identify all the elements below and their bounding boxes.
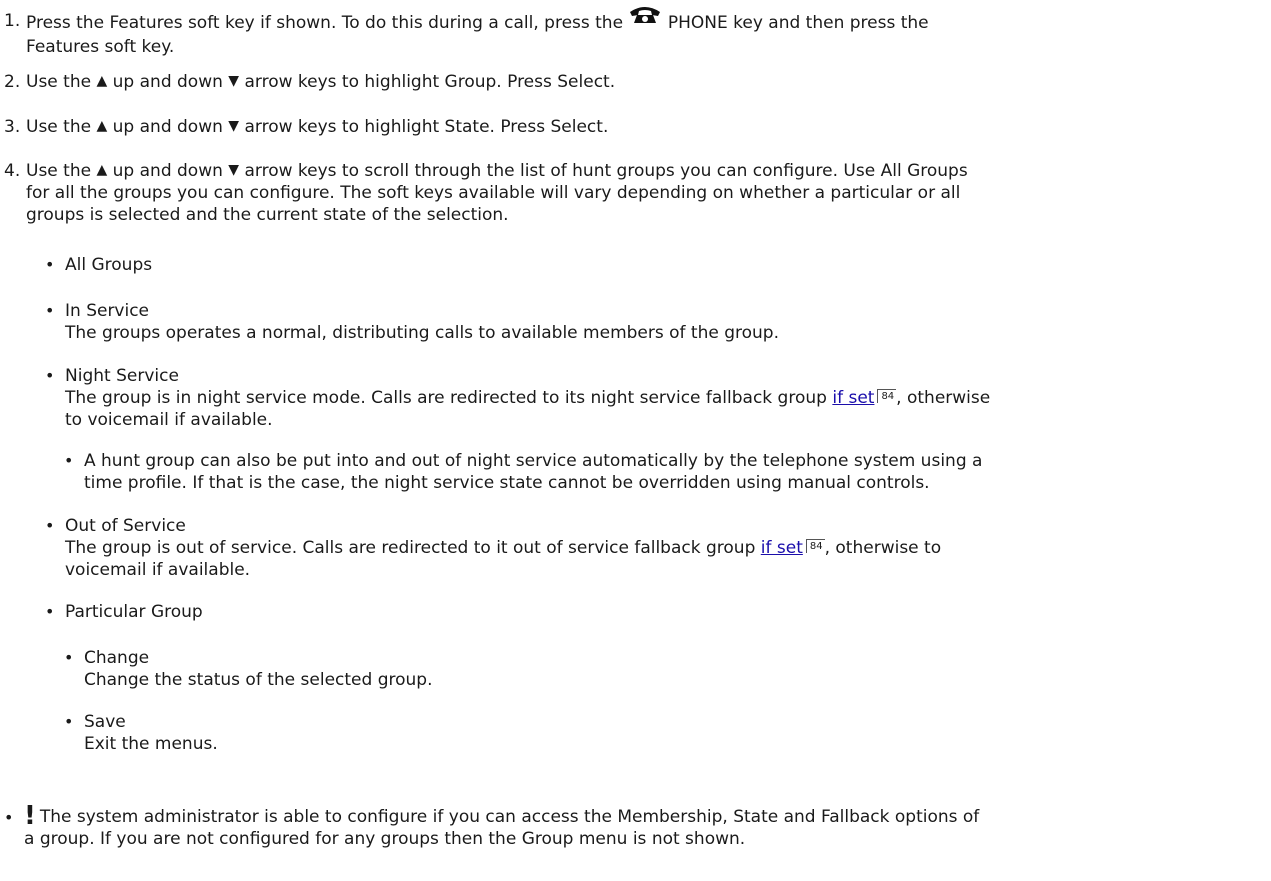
bullet-icon: •: [45, 366, 55, 385]
up-arrow-icon: ▲: [96, 118, 108, 134]
bullet-icon: •: [45, 516, 55, 535]
help-page: 1. Press the Features soft key if shown.…: [0, 0, 1271, 881]
softkey-save: • Save Exit the menus.: [64, 711, 218, 755]
phone-icon: [628, 4, 662, 30]
bullet-icon: •: [45, 255, 55, 274]
state-title: Particular Group: [65, 602, 203, 622]
up-arrow-icon: ▲: [96, 162, 108, 178]
step-number: 1.: [4, 11, 21, 31]
step-number: 4.: [4, 161, 21, 181]
bullet-icon: •: [45, 301, 55, 320]
state-night-service: • Night Service The group is in night se…: [45, 365, 990, 431]
warning-note: • ! The system administrator is able to c…: [4, 803, 1266, 850]
state-description: The groups operates a normal, distributi…: [65, 323, 779, 343]
step-text: Use the: [26, 72, 97, 92]
state-description: The group is in night service mode. Call…: [65, 388, 833, 408]
step-3: 3. Use the ▲ up and down ▼ arrow keys to…: [4, 116, 1266, 138]
bullet-icon: •: [64, 712, 74, 731]
warning-icon: !: [24, 801, 36, 831]
up-arrow-icon: ▲: [96, 73, 108, 89]
step-text: arrow keys to highlight Group. Press Sel…: [239, 72, 616, 92]
state-title: Out of Service: [65, 516, 186, 536]
step-text: up and down: [107, 72, 229, 92]
state-description: to voicemail if available.: [65, 410, 273, 430]
step-text: Features soft key.: [26, 37, 175, 57]
softkey-description: Change the status of the selected group.: [84, 670, 433, 690]
step-number: 2.: [4, 72, 21, 92]
step-number: 3.: [4, 117, 21, 137]
step-1: 1. Press the Features soft key if shown.…: [4, 7, 1266, 58]
page-ref[interactable]: 84: [805, 539, 825, 553]
state-description: voicemail if available.: [65, 560, 251, 580]
if-set-link[interactable]: if set: [761, 538, 803, 558]
step-text: PHONE key and then press the: [662, 13, 929, 33]
step-text: arrow keys to scroll through the list of…: [239, 161, 968, 181]
softkey-description: Exit the menus.: [84, 734, 218, 754]
softkey-title: Save: [84, 712, 126, 732]
step-2: 2. Use the ▲ up and down ▼ arrow keys to…: [4, 71, 1266, 93]
step-text: Use the: [26, 161, 97, 181]
state-description: , otherwise to: [824, 538, 942, 558]
down-arrow-icon: ▼: [228, 73, 240, 89]
warning-text: The system administrator is able to conf…: [39, 807, 980, 827]
night-service-note: • A hunt group can also be put into and …: [64, 450, 982, 494]
bullet-icon: •: [64, 648, 74, 667]
step-text: arrow keys to highlight State. Press Sel…: [239, 117, 609, 137]
note-text: time profile. If that is the case, the n…: [84, 473, 930, 493]
state-out-of-service: • Out of Service The group is out of ser…: [45, 515, 941, 581]
state-particular-group: • Particular Group: [45, 601, 203, 623]
state-in-service: • In Service The groups operates a norma…: [45, 300, 779, 344]
step-text: Use the: [26, 117, 97, 137]
page-ref[interactable]: 84: [877, 389, 897, 403]
state-title: In Service: [65, 301, 150, 321]
bullet-icon: •: [45, 602, 55, 621]
bullet-icon: •: [4, 808, 14, 827]
step-text: up and down: [107, 117, 229, 137]
state-all-groups: • All Groups: [45, 254, 152, 276]
step-text: up and down: [107, 161, 229, 181]
softkey-change: • Change Change the status of the select…: [64, 647, 432, 691]
softkey-title: Change: [84, 648, 150, 668]
warning-text: a group. If you are not configured for a…: [24, 829, 746, 849]
if-set-link[interactable]: if set: [832, 388, 874, 408]
bullet-icon: •: [64, 451, 74, 470]
state-title: All Groups: [65, 255, 153, 275]
step-text: for all the groups you can configure. Th…: [26, 183, 961, 203]
step-4: 4. Use the ▲ up and down ▼ arrow keys to…: [4, 160, 1266, 226]
step-text: Press the Features soft key if shown. To…: [26, 13, 629, 33]
down-arrow-icon: ▼: [228, 162, 240, 178]
state-title: Night Service: [65, 366, 179, 386]
state-description: The group is out of service. Calls are r…: [65, 538, 761, 558]
down-arrow-icon: ▼: [228, 118, 240, 134]
state-description: , otherwise: [896, 388, 991, 408]
note-text: A hunt group can also be put into and ou…: [84, 451, 983, 471]
step-text: groups is selected and the current state…: [26, 205, 509, 225]
